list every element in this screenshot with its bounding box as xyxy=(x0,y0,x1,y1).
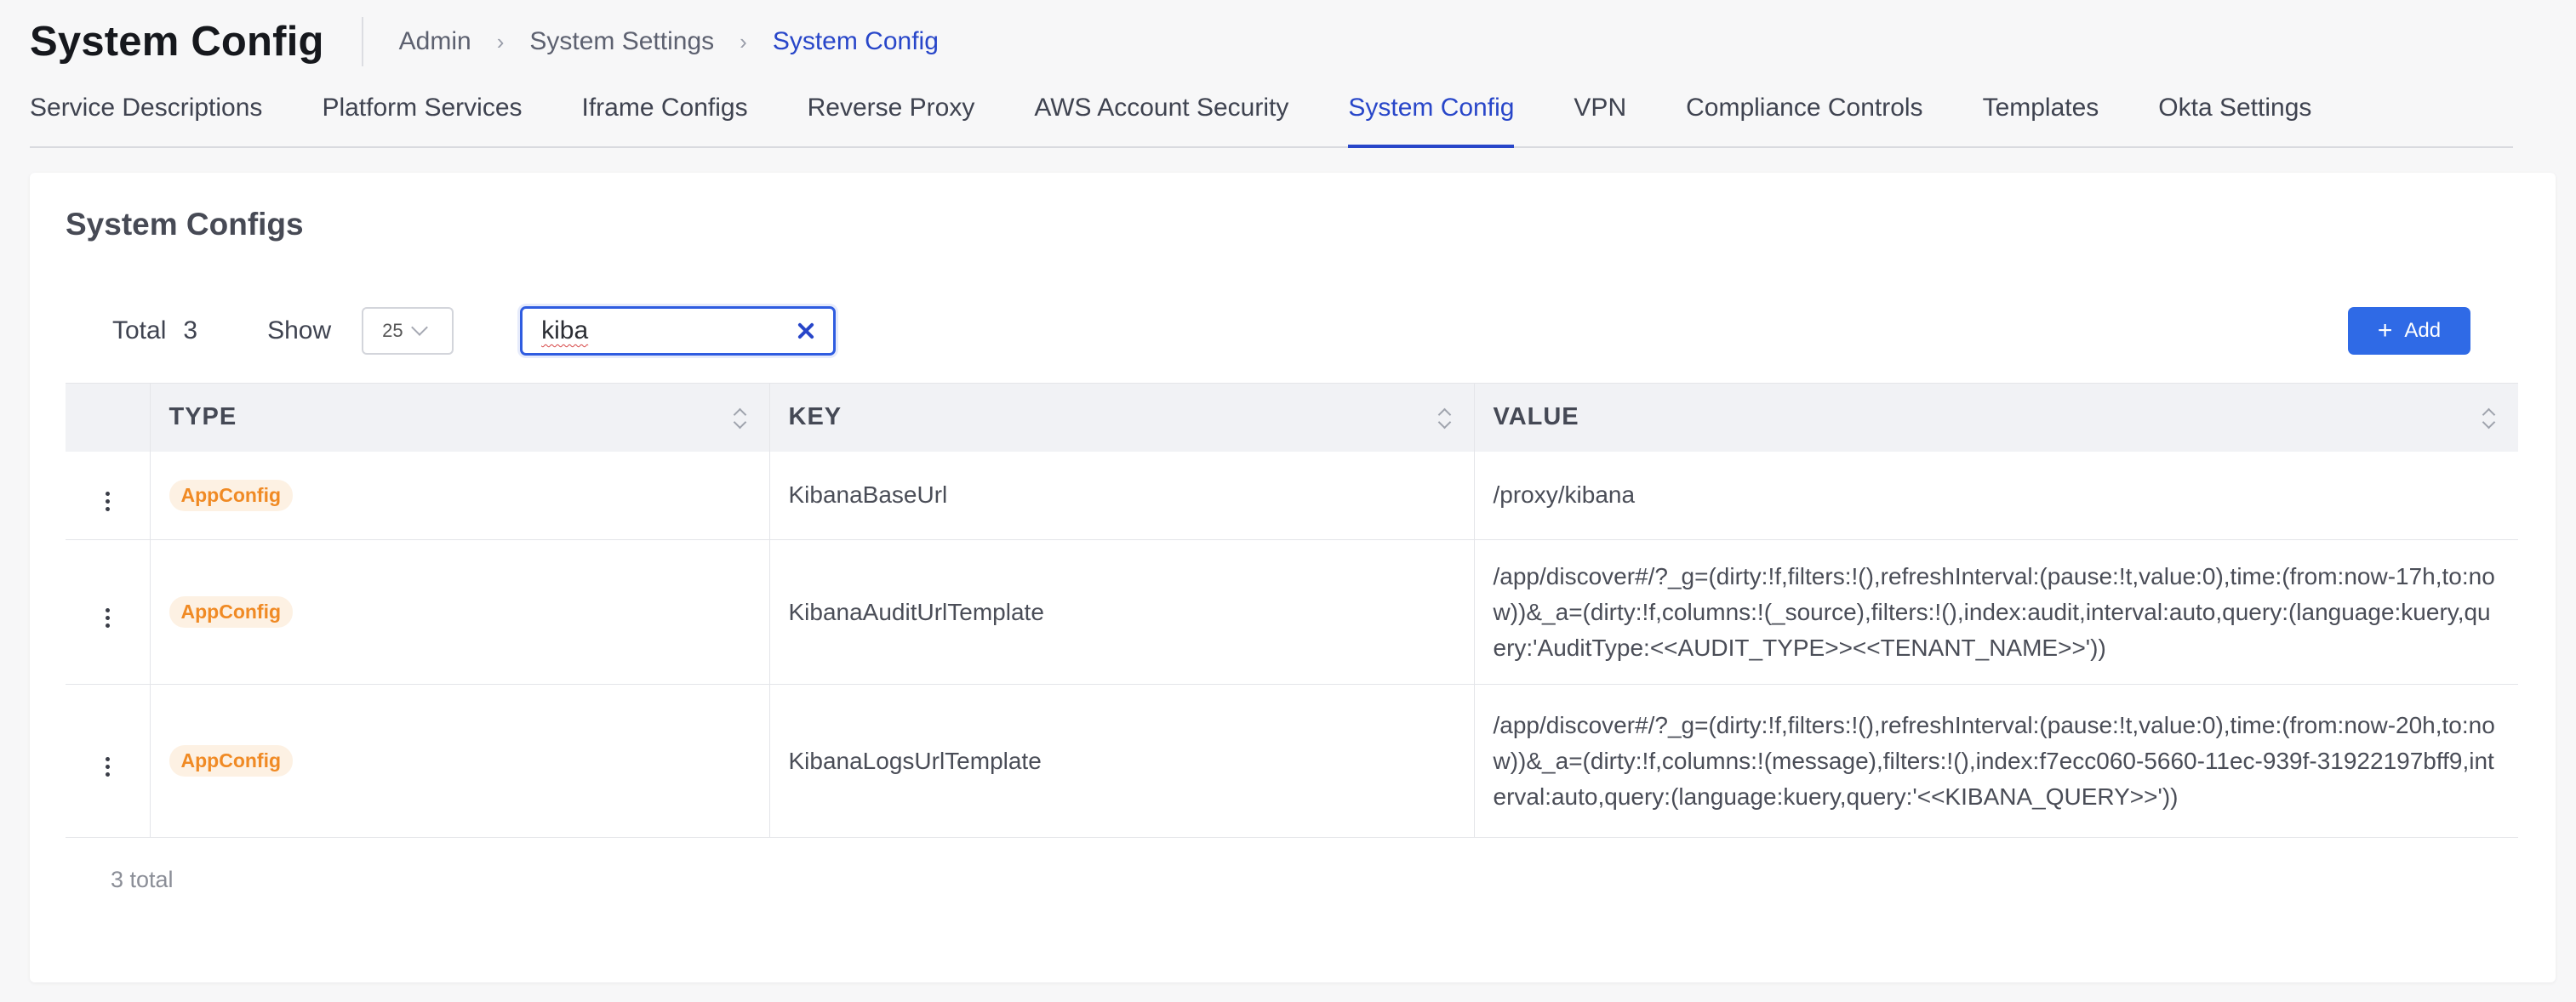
tab-templates[interactable]: Templates xyxy=(1983,85,2099,146)
tab-aws-account-security[interactable]: AWS Account Security xyxy=(1034,85,1288,146)
type-badge: AppConfig xyxy=(168,745,294,777)
chevron-down-icon xyxy=(410,319,428,336)
tab-compliance-controls[interactable]: Compliance Controls xyxy=(1686,85,1922,146)
search-input[interactable]: kiba xyxy=(520,306,837,356)
breadcrumb-system-settings[interactable]: System Settings xyxy=(529,27,714,56)
table-toolbar: Total 3 Show 25 kiba xyxy=(112,305,837,356)
footer-total: 3 total xyxy=(111,867,174,892)
row-actions-cell xyxy=(66,684,150,838)
value-cell: /app/discover#/?_g=(dirty:!f,filters:!()… xyxy=(1473,539,2518,685)
system-configs-card: System Configs Total 3 Show 25 kiba + Ad… xyxy=(30,173,2556,982)
breadcrumb-admin[interactable]: Admin xyxy=(399,27,471,56)
chevron-right-icon: › xyxy=(740,28,747,54)
table-row[interactable]: AppConfig KibanaLogsUrlTemplate /app/dis… xyxy=(66,684,2518,838)
type-cell: AppConfig xyxy=(149,539,769,685)
sort-icon[interactable] xyxy=(1438,407,1450,430)
value-cell: /app/discover#/?_g=(dirty:!f,filters:!()… xyxy=(1473,684,2518,838)
total-label: Total xyxy=(112,316,167,344)
tab-system-config[interactable]: System Config xyxy=(1348,85,1515,148)
page-title: System Config xyxy=(30,19,324,65)
card-title: System Configs xyxy=(66,207,304,242)
row-actions-cell xyxy=(66,451,150,540)
table-header-row: TYPE KEY VALUE xyxy=(66,383,2518,452)
type-badge: AppConfig xyxy=(168,596,294,628)
key-cell: KibanaLogsUrlTemplate xyxy=(768,684,1474,838)
column-header-actions xyxy=(66,383,150,452)
type-badge: AppConfig xyxy=(168,479,294,511)
table-row[interactable]: AppConfig KibanaAuditUrlTemplate /app/di… xyxy=(66,539,2518,685)
header-divider xyxy=(361,17,363,66)
tab-platform-services[interactable]: Platform Services xyxy=(322,85,522,146)
sort-icon[interactable] xyxy=(734,407,745,430)
add-button[interactable]: + Add xyxy=(2348,307,2470,355)
clear-search-icon[interactable] xyxy=(796,321,816,341)
value-cell: /proxy/kibana xyxy=(1473,451,2518,540)
type-cell: AppConfig xyxy=(149,451,769,540)
sort-icon[interactable] xyxy=(2482,407,2494,430)
more-vertical-icon[interactable] xyxy=(97,752,118,782)
page-header: System Config Admin › System Settings › … xyxy=(30,12,939,71)
column-header-type-label: TYPE xyxy=(168,403,237,431)
tab-reverse-proxy[interactable]: Reverse Proxy xyxy=(808,85,975,146)
column-header-key-label: KEY xyxy=(788,403,842,431)
more-vertical-icon[interactable] xyxy=(97,487,118,516)
page-size-value: 25 xyxy=(382,320,403,341)
show-label: Show xyxy=(267,316,332,344)
system-configs-table: TYPE KEY VALUE AppConfig KibanaBaseUrl /… xyxy=(66,383,2518,838)
chevron-right-icon: › xyxy=(496,28,505,54)
key-cell: KibanaBaseUrl xyxy=(768,451,1474,540)
tab-iframe-configs[interactable]: Iframe Configs xyxy=(582,85,748,146)
tab-okta-settings[interactable]: Okta Settings xyxy=(2158,85,2311,146)
tab-vpn[interactable]: VPN xyxy=(1574,85,1626,146)
plus-icon: + xyxy=(2377,316,2393,344)
page-size-select[interactable]: 25 xyxy=(362,307,454,355)
more-vertical-icon[interactable] xyxy=(97,603,118,633)
tab-service-descriptions[interactable]: Service Descriptions xyxy=(30,85,262,146)
tab-bar: Service Descriptions Platform Services I… xyxy=(30,85,2513,148)
total-count: 3 xyxy=(183,316,198,344)
column-header-value-label: VALUE xyxy=(1493,403,1579,431)
table-row[interactable]: AppConfig KibanaBaseUrl /proxy/kibana xyxy=(66,451,2518,540)
column-header-key[interactable]: KEY xyxy=(768,383,1474,452)
search-input-value[interactable]: kiba xyxy=(541,316,796,345)
column-header-value[interactable]: VALUE xyxy=(1473,383,2518,452)
add-button-label: Add xyxy=(2404,319,2442,342)
breadcrumb: Admin › System Settings › System Config xyxy=(399,27,939,56)
column-header-type[interactable]: TYPE xyxy=(149,383,769,452)
row-actions-cell xyxy=(66,539,150,685)
key-cell: KibanaAuditUrlTemplate xyxy=(768,539,1474,685)
breadcrumb-system-config: System Config xyxy=(772,27,939,55)
type-cell: AppConfig xyxy=(149,684,769,838)
